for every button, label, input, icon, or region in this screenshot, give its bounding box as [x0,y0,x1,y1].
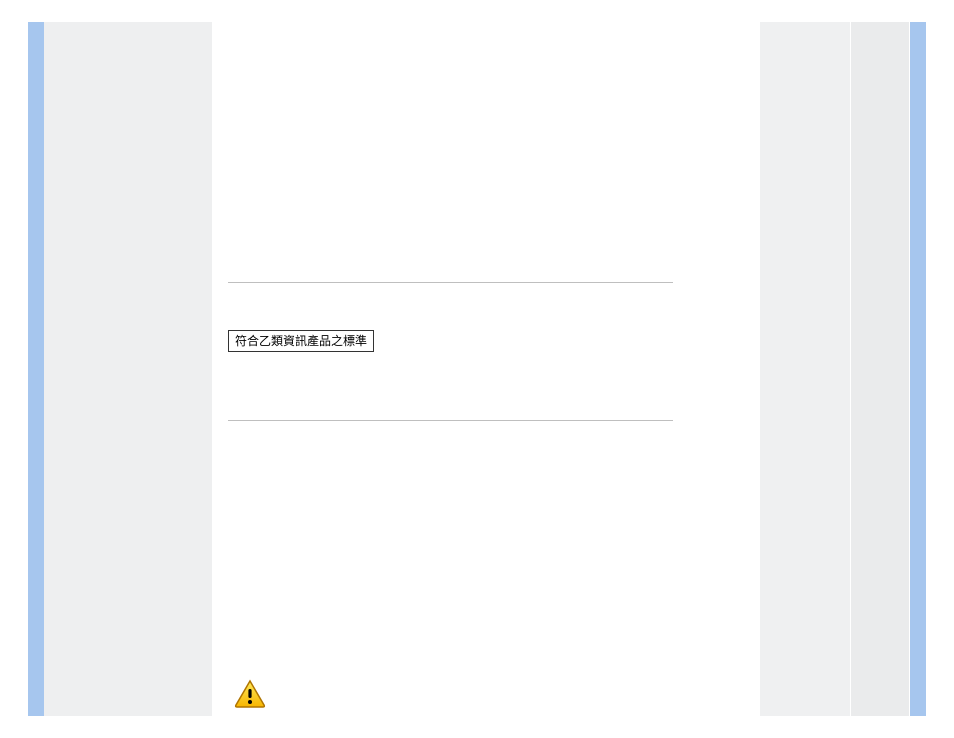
warning-icon [233,679,267,709]
document-main-column [212,22,760,716]
compliance-statement-box: 符合乙類資訊產品之標準 [228,330,374,352]
horizontal-rule [228,282,673,283]
right-gutter-col-b [851,22,909,716]
right-blue-stripe [910,22,926,716]
horizontal-rule [228,420,673,421]
left-blue-stripe [28,22,44,716]
right-gutter-col-a [760,22,850,716]
left-sidebar-col [44,22,212,716]
